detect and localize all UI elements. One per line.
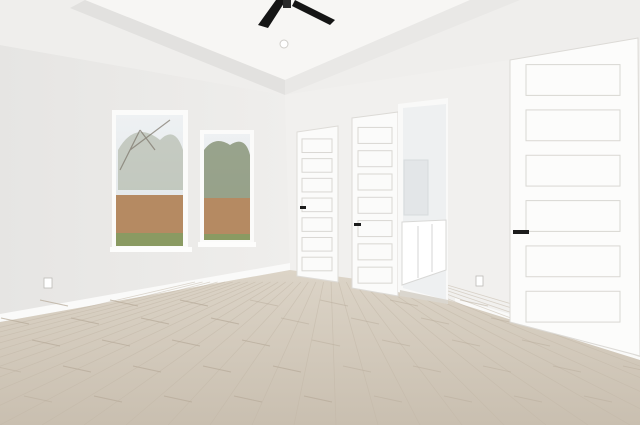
- recessed-light-icon: [279, 39, 289, 49]
- door-lever-icon[interactable]: [513, 230, 529, 234]
- bedroom-photo: [0, 0, 640, 425]
- bedroom-door[interactable]: [351, 111, 399, 297]
- closet-door[interactable]: [296, 125, 339, 283]
- window-sill-right: [198, 242, 256, 247]
- large-entry-door[interactable]: [509, 37, 640, 357]
- window-right: [200, 130, 254, 245]
- door-lever-icon[interactable]: [354, 223, 361, 226]
- bathroom-doorway: [398, 98, 448, 304]
- door-lever-icon[interactable]: [300, 206, 306, 209]
- window-sill-left: [110, 247, 192, 252]
- wall-outlet-icon: [475, 275, 484, 287]
- room-illustration: [0, 0, 640, 425]
- window-left: [112, 110, 188, 250]
- wall-outlet-icon: [43, 277, 53, 289]
